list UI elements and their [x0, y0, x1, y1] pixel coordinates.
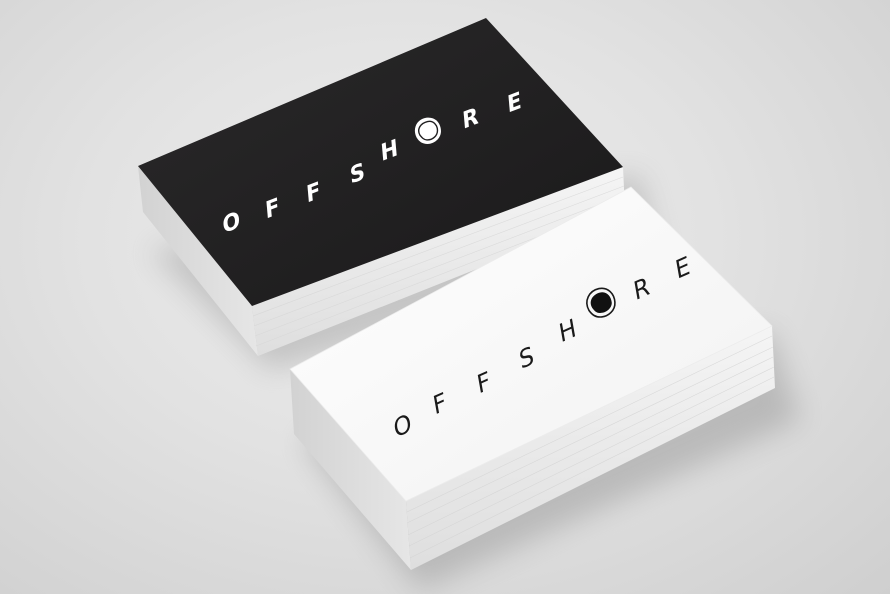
black-letter-s: S	[349, 158, 366, 190]
black-letter-f1: F	[264, 193, 280, 225]
black-letter-f2: F	[305, 177, 321, 209]
card-mockup-scene: O F F S H R E O F F S H R E	[138, 18, 800, 590]
black-letter-e: E	[506, 87, 522, 119]
